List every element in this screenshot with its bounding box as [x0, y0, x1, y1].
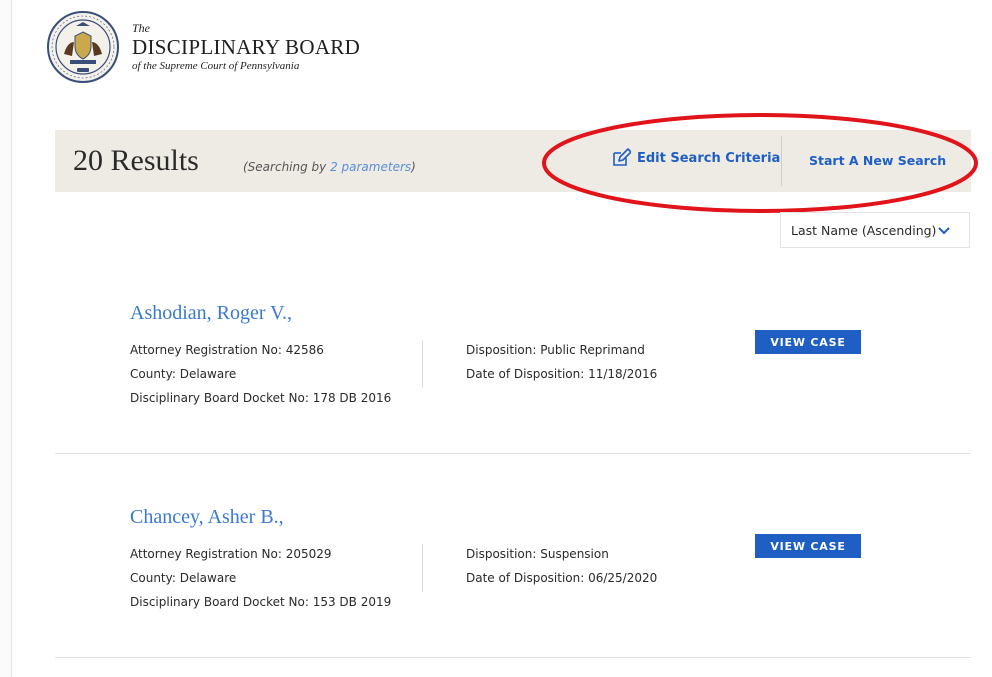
brand-the: The	[132, 21, 150, 35]
results-count: 20 Results	[73, 144, 199, 177]
bar-divider	[781, 136, 782, 186]
result-right-column: Disposition: Public Reprimand Date of Di…	[466, 338, 657, 386]
view-case-button[interactable]: VIEW CASE	[755, 534, 861, 558]
left-rail	[0, 0, 12, 677]
result-item: Chancey, Asher B., Attorney Registration…	[130, 506, 870, 616]
params-prefix: (Searching by	[243, 160, 331, 174]
edit-icon	[613, 148, 631, 166]
site-brand[interactable]: The DISCIPLINARY BOARD of the Supreme Co…	[46, 10, 360, 84]
result-divider	[55, 453, 971, 454]
parameters-link[interactable]: 2 parameters	[330, 160, 411, 174]
chevron-down-icon	[938, 227, 950, 235]
date-of-disposition: Date of Disposition: 11/18/2016	[466, 367, 658, 381]
docket-number: Disciplinary Board Docket No: 178 DB 201…	[130, 391, 392, 405]
attorney-registration: Attorney Registration No: 42586	[130, 343, 324, 357]
column-divider	[422, 544, 423, 592]
brand-subtitle: of the Supreme Court of Pennsylvania	[132, 60, 300, 72]
result-attorney-name[interactable]: Chancey, Asher B.,	[130, 506, 870, 529]
params-suffix: )	[411, 160, 416, 174]
edit-search-criteria-label: Edit Search Criteria	[637, 150, 781, 166]
attorney-registration: Attorney Registration No: 205029	[130, 547, 332, 561]
disposition: Disposition: Suspension	[466, 547, 609, 561]
result-right-column: Disposition: Suspension Date of Disposit…	[466, 542, 657, 590]
column-divider	[422, 340, 423, 388]
search-parameters: (Searching by 2 parameters)	[243, 160, 416, 174]
date-of-disposition: Date of Disposition: 06/25/2020	[466, 571, 658, 585]
disposition: Disposition: Public Reprimand	[466, 343, 645, 357]
county: County: Delaware	[130, 571, 237, 585]
result-attorney-name[interactable]: Ashodian, Roger V.,	[130, 302, 870, 325]
start-new-search-button[interactable]: Start A New Search	[809, 153, 946, 168]
sort-dropdown[interactable]: Last Name (Ascending)	[780, 212, 970, 248]
result-left-column: Attorney Registration No: 42586 County: …	[130, 338, 391, 410]
result-divider	[55, 657, 971, 658]
edit-search-criteria-button[interactable]: Edit Search Criteria	[611, 148, 780, 168]
result-left-column: Attorney Registration No: 205029 County:…	[130, 542, 391, 614]
results-bar: 20 Results (Searching by 2 parameters) E…	[55, 130, 971, 192]
brand-text: The DISCIPLINARY BOARD of the Supreme Co…	[132, 21, 360, 73]
county: County: Delaware	[130, 367, 237, 381]
view-case-button[interactable]: VIEW CASE	[755, 330, 861, 354]
pennsylvania-seal-icon	[47, 11, 119, 83]
docket-number: Disciplinary Board Docket No: 153 DB 201…	[130, 595, 392, 609]
sort-selected-value: Last Name (Ascending)	[791, 222, 937, 238]
brand-name: DISCIPLINARY BOARD	[132, 35, 361, 59]
result-item: Ashodian, Roger V., Attorney Registratio…	[130, 302, 870, 412]
